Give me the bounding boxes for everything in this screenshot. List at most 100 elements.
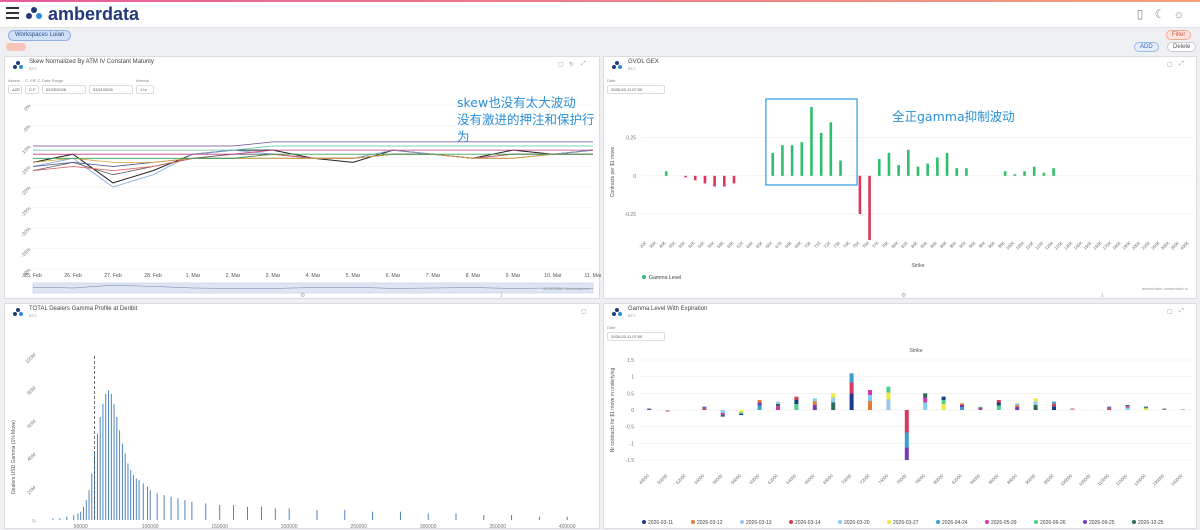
x-tick-label: 54000 xyxy=(693,473,705,485)
bar xyxy=(1023,171,1026,176)
legend-label: 2026-03-20 xyxy=(844,520,870,526)
x-axis-label: Strike xyxy=(909,348,922,354)
legend-label: 2026-05-29 xyxy=(991,520,1017,526)
x-tick-label: 80000 xyxy=(932,473,944,485)
date-input[interactable]: 2026-03-11 07:00 xyxy=(607,85,665,94)
x-tick-label: 1. Mar xyxy=(186,273,201,279)
panel-subtitle: BTC xyxy=(29,313,37,318)
expand-icon[interactable]: ⤢ xyxy=(1179,61,1184,68)
legend-label: 2026-03-27 xyxy=(893,520,919,526)
bookmark-icon[interactable]: ▢ xyxy=(558,61,564,68)
add-workspace-button[interactable] xyxy=(6,43,26,51)
bar-segment xyxy=(1034,398,1038,401)
bar-segment xyxy=(721,410,725,413)
x-tick-label: 62K xyxy=(735,240,744,249)
bar-segment xyxy=(923,393,927,397)
bookmark-icon[interactable]: ▢ xyxy=(1167,61,1173,68)
y-tick-label: 80M xyxy=(26,385,37,396)
bar xyxy=(839,161,842,176)
bar-segment xyxy=(886,387,890,393)
expand-icon[interactable]: ⤢ xyxy=(581,61,586,68)
panel-title: Gamma Level With Expiration xyxy=(628,306,707,312)
panel-subtitle: BTC xyxy=(29,66,37,71)
bar-segment xyxy=(702,408,706,409)
bar-segment xyxy=(942,397,946,400)
settings-icon[interactable]: ⚙ xyxy=(300,292,305,299)
add-button[interactable]: ADD xyxy=(1134,42,1159,52)
bar xyxy=(791,145,794,176)
x-tick-label: 25. Feb xyxy=(24,273,42,279)
bar-segment xyxy=(997,400,1001,403)
legend-swatch xyxy=(1083,520,1087,524)
navigator xyxy=(33,283,593,293)
x-tick-label: 350K xyxy=(1170,240,1181,251)
legend-swatch xyxy=(740,520,744,524)
refresh-icon[interactable]: ↻ xyxy=(569,61,574,68)
field-label: Assets xyxy=(8,78,20,83)
bar-segment xyxy=(758,406,762,411)
x-tick-label: 150000 xyxy=(211,524,228,530)
bar-segment xyxy=(905,410,909,433)
x-tick-label: 54K xyxy=(697,240,706,249)
legend-swatch xyxy=(691,520,695,524)
download-icon[interactable]: ⤓ xyxy=(500,292,503,299)
settings-icon[interactable]: ⚙ xyxy=(901,292,906,299)
workspace-tab[interactable]: Workspaces Luian xyxy=(8,30,71,41)
bar-segment xyxy=(923,403,927,411)
bar-segment xyxy=(960,403,964,405)
x-tick-label: 64000 xyxy=(785,473,797,485)
bar-segment xyxy=(886,393,890,400)
download-icon[interactable]: ⤓ xyxy=(1101,292,1104,299)
filter-button[interactable]: Filter xyxy=(1166,30,1191,40)
sun-icon[interactable]: ☼ xyxy=(1172,7,1186,21)
y-tick-label: -5% xyxy=(22,123,33,134)
x-tick-label: 140000 xyxy=(1170,473,1184,487)
bar-segment xyxy=(702,409,706,411)
x-tick-label: 70000 xyxy=(840,473,852,485)
x-tick-label: 73K xyxy=(832,240,841,249)
bar-segment xyxy=(923,398,927,403)
date-input[interactable]: 2026-03-11 07:00 xyxy=(607,332,665,341)
bookmark-icon[interactable]: ▢ xyxy=(1167,308,1173,315)
x-tick-label: 84K xyxy=(910,240,919,249)
x-tick-label: 68K xyxy=(784,240,793,249)
legend-label: 2026-04-24 xyxy=(942,520,968,526)
legend-swatch xyxy=(887,520,891,524)
start-date-input[interactable]: 02/25/2026 xyxy=(42,85,86,94)
bar-segment xyxy=(813,405,817,410)
bar-segment xyxy=(1144,407,1148,408)
panel-title: GVOL GEX xyxy=(628,59,659,65)
calendar-icon[interactable]: ▯ xyxy=(1133,7,1147,21)
bar-segment xyxy=(1052,402,1056,404)
x-tick-label: 110000 xyxy=(1096,473,1110,487)
legend-label: Gamma Level xyxy=(649,275,681,281)
delete-button[interactable]: Delete xyxy=(1167,42,1196,52)
panel-subtitle: BTC xyxy=(628,313,636,318)
x-tick-label: 50000 xyxy=(74,524,88,530)
bar xyxy=(830,122,833,176)
end-date-input[interactable]: 03/11/2026 xyxy=(89,85,133,94)
y-tick-label: -20% xyxy=(20,185,33,198)
dealers-gamma-chart: 100M80M60M40M20M0Dealers USD Gamma (1% M… xyxy=(5,332,601,530)
bar-segment xyxy=(739,412,743,414)
expand-icon[interactable]: ⤢ xyxy=(1179,308,1184,315)
x-tick-label: 84000 xyxy=(969,473,981,485)
y-tick-label: 100M xyxy=(24,352,37,365)
bar-segment xyxy=(1052,404,1056,407)
bookmark-icon[interactable]: ▢ xyxy=(581,308,587,315)
bar xyxy=(781,145,784,176)
interval-select[interactable]: 1 hr xyxy=(136,85,154,94)
type-select[interactable]: C.F xyxy=(25,85,39,94)
x-tick-label: 76K xyxy=(861,240,870,249)
x-tick-label: 78000 xyxy=(914,473,926,485)
x-tick-label: 88K xyxy=(939,240,948,249)
x-tick-label: 2. Mar xyxy=(226,273,241,279)
bar-segment xyxy=(666,411,670,412)
moon-icon[interactable]: ☾ xyxy=(1153,7,1167,21)
bar-segment xyxy=(1052,406,1056,410)
amberdata-logo-icon xyxy=(12,60,24,70)
menu-icon[interactable] xyxy=(6,7,19,20)
x-tick-label: 9. Mar xyxy=(506,273,521,279)
x-tick-label: 30K xyxy=(648,240,657,249)
asset-select[interactable]: AZE xyxy=(8,85,22,94)
